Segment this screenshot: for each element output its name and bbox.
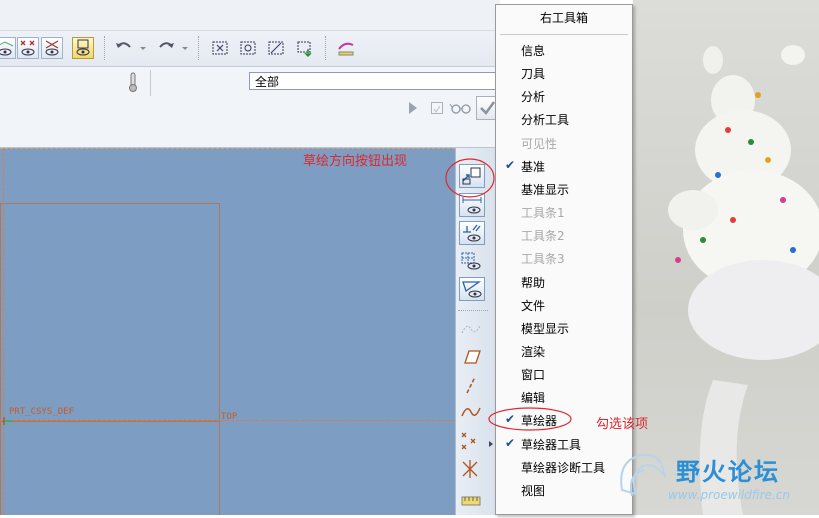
annotation-display-button[interactable] — [72, 37, 94, 59]
menu-item: 工具条1 — [521, 206, 565, 220]
annotation-sketch-orientation: 草绘方向按钮出现 — [303, 154, 408, 169]
menu-item[interactable]: 渲染 — [521, 343, 545, 361]
csys-tool-button[interactable] — [459, 458, 485, 482]
right-toolbar-separator — [458, 310, 488, 311]
chevron-down-icon — [182, 47, 188, 50]
sketch-setup-icon — [338, 42, 354, 56]
menu-item[interactable]: 文件 — [521, 297, 545, 315]
vertex-display-button[interactable] — [459, 277, 485, 301]
watermark-logo — [612, 450, 670, 500]
datum-curve-icon — [461, 407, 481, 417]
menu-item: 可见性 — [521, 137, 558, 151]
menu-item[interactable]: 窗口 — [521, 366, 545, 384]
menu-item[interactable]: 刀具 — [521, 65, 545, 83]
point-tool-button[interactable] — [459, 430, 485, 454]
select-chain-button[interactable] — [237, 37, 259, 59]
menu-item[interactable]: 模型显示 — [521, 320, 569, 338]
points-eye-icon — [20, 40, 35, 56]
menu-item[interactable]: 视图 — [521, 482, 545, 500]
select-area-button[interactable] — [265, 37, 287, 59]
datum-point-icon — [461, 432, 476, 450]
chain-select-icon — [240, 41, 256, 55]
menu-item[interactable]: 基准 — [521, 158, 545, 176]
redo-button[interactable] — [155, 37, 177, 59]
select-box-button[interactable] — [209, 37, 231, 59]
grid-eye-icon — [461, 252, 481, 270]
submenu-arrow-icon — [488, 437, 494, 447]
menu-title-separator — [500, 34, 628, 35]
box-select-icon — [212, 41, 228, 55]
curve-tool-button[interactable] — [459, 401, 485, 425]
redo-dropdown[interactable] — [180, 37, 190, 59]
top-plane-trace-line[interactable] — [0, 420, 495, 421]
menu-item: 工具条2 — [521, 229, 565, 243]
filter-divider — [150, 70, 151, 96]
toolbar-separator — [104, 36, 107, 60]
constraint-display-button[interactable] — [459, 221, 485, 245]
datum-display-button[interactable] — [0, 37, 16, 59]
area-select-icon — [268, 41, 284, 55]
undo-dropdown[interactable] — [138, 37, 148, 59]
ruler-icon — [461, 496, 481, 506]
annotation-eye-icon — [76, 39, 90, 56]
datum-axis-icon — [466, 376, 476, 394]
play-arrow-icon[interactable] — [408, 101, 418, 115]
undo-button[interactable] — [113, 37, 135, 59]
csys-label: PRT_CSYS_DEF — [9, 407, 75, 417]
toolbar-separator — [325, 36, 328, 60]
vertical-plane-trace-line[interactable] — [3, 148, 4, 515]
constraint-eye-icon — [463, 224, 481, 242]
chevron-down-icon — [140, 47, 146, 50]
menu-item[interactable]: 基准显示 — [521, 181, 569, 199]
point-display-button[interactable] — [17, 37, 39, 59]
curve-dots-icon — [461, 325, 481, 334]
decorative-figure-image — [668, 45, 819, 515]
watermark-url: www.proewildfire.cn — [668, 488, 790, 502]
top-plane-label: TOP — [221, 412, 238, 422]
datum-csys-icon — [462, 460, 478, 478]
highlight-ellipse-sketcher — [487, 406, 573, 432]
menu-item[interactable]: 编辑 — [521, 389, 545, 407]
plane-tool-button[interactable] — [459, 346, 485, 370]
sketch-setup-button[interactable] — [335, 37, 357, 59]
toolbar-top-strip — [0, 0, 500, 31]
csys-eye-icon — [45, 40, 59, 56]
axis-tool-button[interactable] — [459, 374, 485, 398]
select-import-button[interactable] — [294, 37, 316, 59]
csys-display-button[interactable] — [41, 37, 63, 59]
menu-item[interactable]: 信息 — [521, 42, 545, 60]
undo-icon — [116, 42, 131, 48]
check-mark-icon: ✔ — [505, 158, 516, 172]
toolbar-separator — [198, 36, 201, 60]
grid-display-button[interactable] — [459, 250, 485, 274]
import-select-icon — [297, 41, 312, 58]
sketch-diagnostics-button[interactable] — [459, 318, 485, 342]
glasses-icon[interactable] — [449, 101, 473, 115]
highlight-ellipse — [444, 157, 496, 199]
datum-plane-outline[interactable] — [0, 203, 220, 421]
desktop-background — [633, 0, 819, 515]
menu-item[interactable]: 分析 — [521, 88, 545, 106]
check-mark-icon: ✔ — [505, 436, 516, 450]
redo-icon — [159, 42, 174, 48]
datum-plane-icon — [464, 350, 481, 364]
menu-item[interactable]: 帮助 — [521, 274, 545, 292]
watermark-site-name: 野火论坛 — [676, 458, 780, 486]
eye-icon — [0, 41, 14, 56]
thermometer-icon — [126, 71, 140, 93]
checkbox-disabled[interactable] — [431, 102, 443, 114]
canvas-boundary-line — [0, 148, 455, 149]
selection-filter-select[interactable]: 全部 — [249, 72, 497, 90]
vertex-eye-icon — [462, 281, 482, 298]
menu-item[interactable]: 草绘器工具 — [521, 436, 581, 454]
analysis-tool-button[interactable] — [459, 487, 485, 511]
menu-item: 工具条3 — [521, 252, 565, 266]
menu-item[interactable]: 草绘器诊断工具 — [521, 459, 605, 477]
menu-title: 右工具箱 — [539, 11, 588, 25]
menu-item[interactable]: 分析工具 — [521, 111, 569, 129]
annotation-check-option: 勾选该项 — [596, 417, 649, 432]
datum-plane-outline-lower[interactable] — [0, 421, 220, 515]
